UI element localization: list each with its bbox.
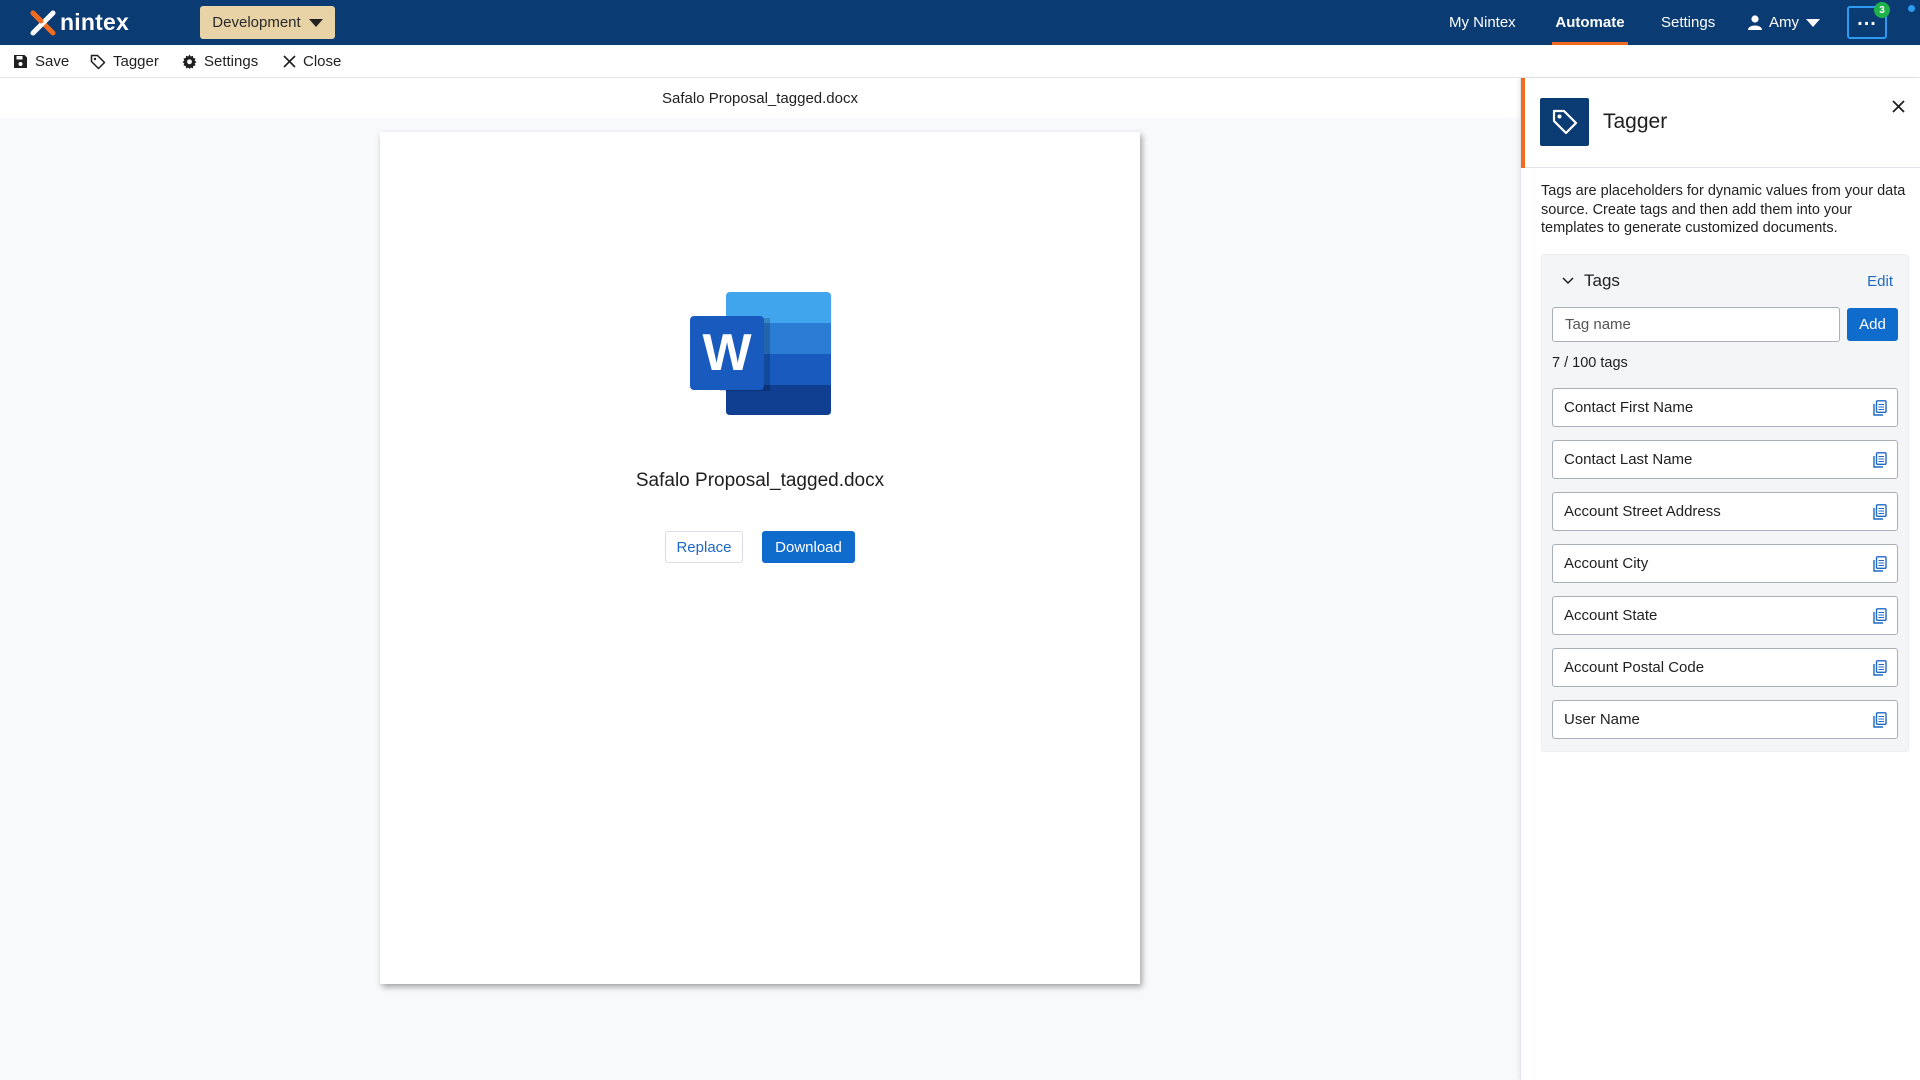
- top-navigation-bar: nintex Development My Nintex Automate Se…: [0, 0, 1920, 45]
- logo-text: nintex: [60, 9, 129, 35]
- edit-tags-link[interactable]: Edit: [1867, 273, 1893, 290]
- tag-item-label: Contact Last Name: [1564, 451, 1693, 468]
- tag-item[interactable]: Account Street Address: [1552, 492, 1898, 531]
- tagger-button[interactable]: Tagger: [90, 45, 159, 78]
- tag-item-label: Account Postal Code: [1564, 659, 1705, 676]
- user-icon: [1748, 15, 1762, 30]
- tag-item[interactable]: Account Postal Code: [1552, 648, 1898, 687]
- tag-item-label: Account Street Address: [1564, 503, 1721, 520]
- status-dot: [1908, 5, 1915, 12]
- tags-section: Tags Edit Add 7 / 100 tags Contact First…: [1541, 254, 1909, 752]
- close-icon: [1891, 99, 1905, 113]
- save-button[interactable]: Save: [13, 45, 69, 78]
- tag-item-label: Account State: [1564, 607, 1658, 624]
- nav-settings[interactable]: Settings: [1661, 0, 1715, 45]
- tag-item[interactable]: Account State: [1552, 596, 1898, 635]
- close-label: Close: [303, 53, 342, 70]
- download-button[interactable]: Download: [762, 531, 855, 563]
- user-name: Amy: [1769, 14, 1799, 31]
- environment-dropdown[interactable]: Development: [200, 6, 335, 39]
- user-menu[interactable]: Amy: [1748, 0, 1820, 45]
- copy-icon[interactable]: [1873, 712, 1887, 728]
- tagger-label: Tagger: [113, 53, 159, 70]
- replace-button[interactable]: Replace: [665, 531, 743, 563]
- tag-item[interactable]: Account City: [1552, 544, 1898, 583]
- chevron-down-icon: [1562, 277, 1574, 285]
- tagger-panel: Tagger Tags are placeholders for dynamic…: [1520, 78, 1920, 1080]
- panel-title: Tagger: [1603, 110, 1668, 133]
- tag-item-label: Account City: [1564, 555, 1649, 572]
- copy-icon[interactable]: [1873, 504, 1887, 520]
- tag-count: 7 / 100 tags: [1552, 355, 1628, 371]
- nav-my-nintex[interactable]: My Nintex: [1449, 0, 1516, 45]
- document-filename-bar: Safalo Proposal_tagged.docx: [0, 78, 1520, 118]
- notification-badge: 3: [1874, 2, 1890, 18]
- tag-name-input[interactable]: [1552, 307, 1840, 342]
- add-tag-button[interactable]: Add: [1847, 308, 1898, 341]
- settings-button[interactable]: Settings: [182, 45, 258, 78]
- copy-icon[interactable]: [1873, 608, 1887, 624]
- tag-item[interactable]: Contact First Name: [1552, 388, 1898, 427]
- document-preview-area: Safalo Proposal_tagged.docx W Safalo Pro…: [0, 78, 1520, 1080]
- tag-icon: [1540, 98, 1589, 146]
- tag-item[interactable]: User Name: [1552, 700, 1898, 739]
- panel-accent-bar: [1521, 78, 1525, 168]
- close-button[interactable]: Close: [283, 45, 341, 78]
- gear-icon: [182, 54, 197, 69]
- document-title: Safalo Proposal_tagged.docx: [635, 470, 885, 491]
- nintex-logo[interactable]: nintex: [30, 9, 129, 36]
- nav-automate-label: Automate: [1555, 14, 1625, 31]
- save-label: Save: [35, 53, 70, 70]
- tagger-panel-header: Tagger: [1521, 78, 1920, 168]
- close-icon: [283, 55, 296, 68]
- save-icon: [14, 55, 27, 68]
- nintex-x-icon: [30, 10, 56, 35]
- tags-heading: Tags: [1584, 271, 1620, 290]
- nav-automate[interactable]: Automate: [1552, 0, 1628, 45]
- document-filename: Safalo Proposal_tagged.docx: [662, 89, 858, 107]
- svg-text:W: W: [702, 324, 752, 382]
- copy-icon[interactable]: [1873, 660, 1887, 676]
- settings-label: Settings: [204, 53, 259, 70]
- copy-icon[interactable]: [1873, 452, 1887, 468]
- copy-icon[interactable]: [1873, 400, 1887, 416]
- copy-icon[interactable]: [1873, 556, 1887, 572]
- tag-list: Contact First Name Contact Last Name Acc…: [1552, 388, 1898, 752]
- tag-item-label: Contact First Name: [1564, 399, 1694, 416]
- tagger-description: Tags are placeholders for dynamic values…: [1541, 183, 1906, 236]
- document-page: W Safalo Proposal_tagged.docx Replace Do…: [380, 132, 1140, 984]
- environment-label: Development: [212, 14, 301, 31]
- tags-section-toggle[interactable]: Tags: [1562, 271, 1620, 291]
- close-panel-button[interactable]: [1888, 96, 1908, 116]
- word-icon: W: [690, 292, 831, 415]
- tag-item[interactable]: Contact Last Name: [1552, 440, 1898, 479]
- caret-down-icon: [308, 18, 323, 27]
- caret-down-icon: [1806, 18, 1820, 27]
- tag-icon: [90, 54, 106, 69]
- tag-item-label: User Name: [1564, 711, 1640, 728]
- editor-toolbar: Save Tagger Settings Close: [0, 45, 1920, 78]
